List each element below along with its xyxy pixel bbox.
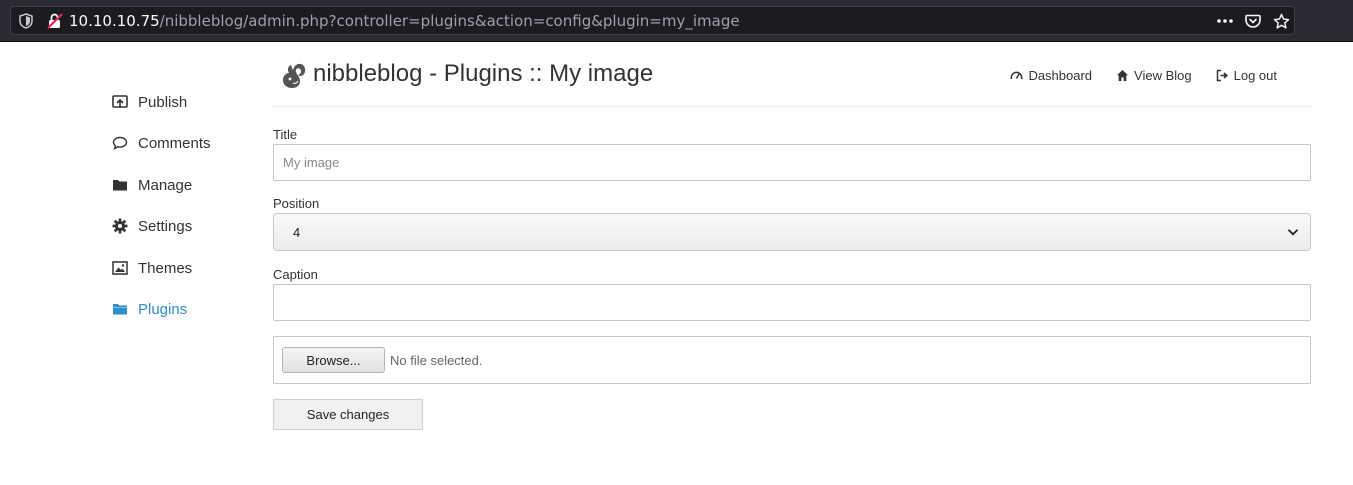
sidebar-item-publish[interactable]: Publish: [112, 90, 187, 114]
caption-label: Caption: [273, 267, 318, 282]
image-icon: [112, 260, 128, 276]
url-path: /nibbleblog/admin.php?controller=plugins…: [159, 12, 740, 30]
sidebar-item-label: Themes: [138, 259, 193, 277]
position-selected-value: 4: [293, 224, 301, 240]
sidebar-item-comments[interactable]: Comments: [112, 131, 211, 155]
dashboard-icon: [1010, 69, 1023, 82]
address-bar[interactable]: 10.10.10.75/nibbleblog/admin.php?control…: [10, 6, 1295, 35]
view-blog-label: View Blog: [1134, 68, 1192, 83]
file-upload-field: Browse... No file selected.: [273, 336, 1311, 384]
view-blog-link[interactable]: View Blog: [1116, 68, 1192, 83]
home-icon: [1116, 69, 1129, 82]
position-select[interactable]: 4: [273, 213, 1311, 251]
logout-icon: [1216, 69, 1229, 82]
chevron-down-icon: [1287, 229, 1299, 236]
folder-open-icon: [112, 301, 128, 317]
sidebar-item-label: Publish: [138, 93, 188, 111]
log-out-label: Log out: [1233, 68, 1277, 83]
gear-icon: [112, 218, 128, 234]
log-out-link[interactable]: Log out: [1216, 68, 1277, 83]
file-status-text: No file selected.: [390, 353, 483, 368]
title-label: Title: [273, 127, 298, 142]
sidebar-item-label: Comments: [138, 134, 211, 152]
dashboard-link[interactable]: Dashboard: [1010, 68, 1092, 83]
sidebar-item-plugins[interactable]: Plugins: [112, 297, 187, 321]
insecure-lock-icon[interactable]: [46, 12, 64, 30]
caption-input[interactable]: [273, 284, 1311, 321]
shield-icon[interactable]: [19, 13, 33, 29]
publish-icon: [112, 94, 128, 110]
title-input[interactable]: [273, 144, 1311, 181]
more-dots-icon[interactable]: [1216, 12, 1234, 30]
sidebar-item-label: Plugins: [138, 300, 188, 318]
sidebar-item-label: Manage: [138, 176, 193, 194]
pocket-icon[interactable]: [1244, 12, 1262, 30]
toolbar-divider: [0, 41, 1353, 42]
page-header: nibbleblog - Plugins :: My image Dashboa…: [273, 56, 1311, 107]
sidebar-item-label: Settings: [138, 217, 193, 235]
sidebar-item-settings[interactable]: Settings: [112, 214, 192, 238]
position-label: Position: [273, 196, 320, 211]
url-host: 10.10.10.75: [69, 12, 160, 30]
top-nav: Dashboard View Blog Log out: [1010, 68, 1277, 83]
folder-icon: [112, 177, 128, 193]
bookmark-star-icon[interactable]: [1272, 12, 1290, 30]
url-actions: [1216, 10, 1290, 32]
dashboard-label: Dashboard: [1028, 68, 1093, 83]
sidebar-item-manage[interactable]: Manage: [112, 173, 192, 197]
page-title: nibbleblog - Plugins :: My image: [313, 60, 654, 87]
comment-icon: [112, 135, 128, 151]
browser-toolbar: 10.10.10.75/nibbleblog/admin.php?control…: [0, 0, 1353, 42]
save-changes-button[interactable]: Save changes: [273, 399, 423, 430]
nibbleblog-logo-icon: [283, 63, 306, 88]
url-text: 10.10.10.75/nibbleblog/admin.php?control…: [69, 12, 740, 30]
sidebar-item-themes[interactable]: Themes: [112, 256, 192, 280]
browse-button[interactable]: Browse...: [282, 347, 385, 373]
